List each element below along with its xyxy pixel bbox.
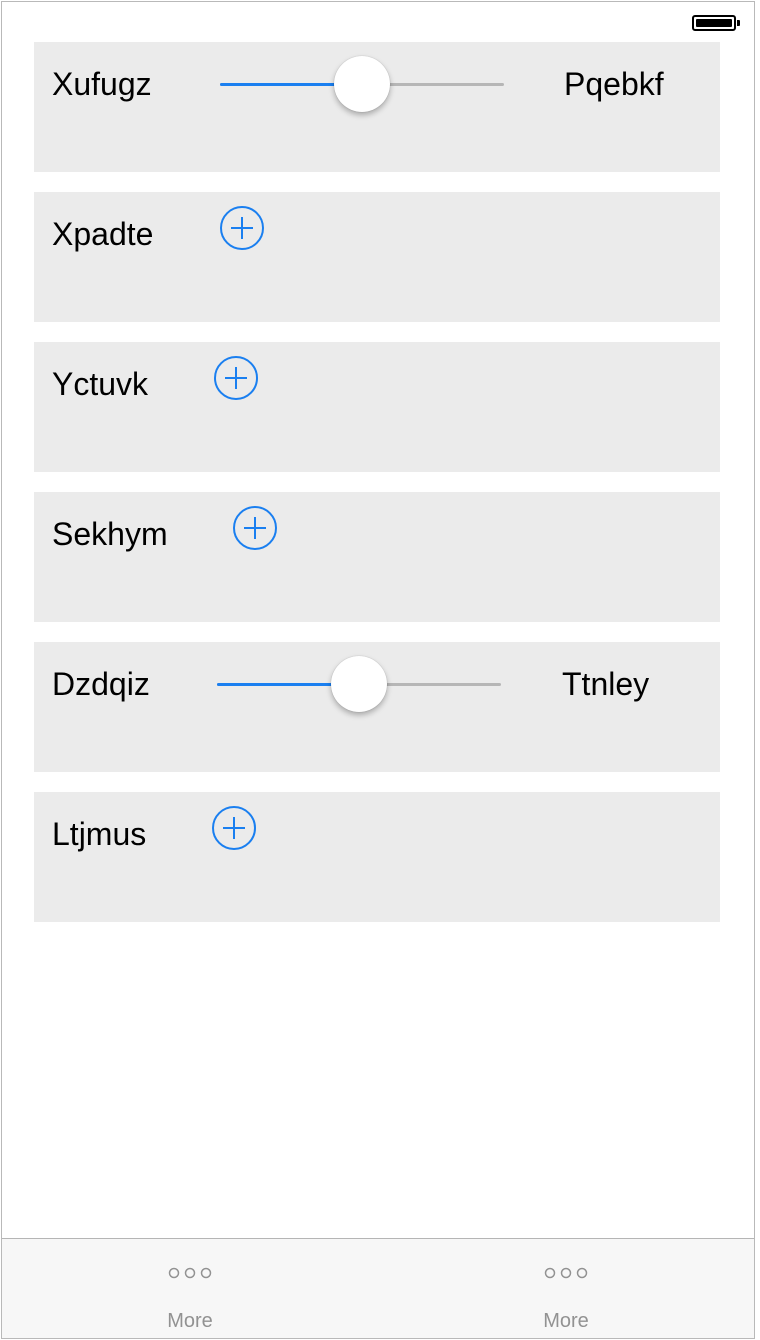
app-screen: Xufugz Pqebkf Xpadte Yctuvk Sekhym Dzdqi… [1, 1, 755, 1339]
row-label: Dzdqiz [52, 666, 150, 702]
slider-row-xufugz: Xufugz Pqebkf [34, 42, 720, 172]
row-label: Ltjmus [52, 816, 147, 852]
tab-more-2[interactable]: More [378, 1239, 754, 1338]
tab-label: More [167, 1310, 213, 1332]
tab-bar: More More [2, 1238, 754, 1338]
tab-more-1[interactable]: More [2, 1239, 378, 1338]
add-button[interactable] [233, 506, 277, 550]
row-right-label: Ttnley [562, 666, 650, 702]
row-right-label: Pqebkf [564, 66, 664, 102]
battery-icon [692, 15, 736, 31]
battery-tip [737, 20, 740, 26]
tab-label: More [543, 1310, 589, 1332]
more-dots-icon [168, 1267, 212, 1279]
add-row-yctuvk: Yctuvk [34, 342, 720, 472]
slider-thumb[interactable] [334, 56, 390, 112]
add-circle-icon [214, 356, 258, 400]
slider-row-dzdqiz: Dzdqiz Ttnley [34, 642, 720, 772]
row-label: Xufugz [52, 66, 152, 102]
add-circle-icon [212, 806, 256, 850]
add-row-ltjmus: Ltjmus [34, 792, 720, 922]
add-row-xpadte: Xpadte [34, 192, 720, 322]
row-label: Xpadte [52, 216, 154, 252]
value-slider[interactable] [220, 56, 504, 112]
add-row-sekhym: Sekhym [34, 492, 720, 622]
add-circle-icon [220, 206, 264, 250]
more-dots-icon [544, 1267, 588, 1279]
status-bar [2, 2, 754, 42]
add-button[interactable] [212, 806, 256, 850]
add-button[interactable] [214, 356, 258, 400]
value-slider[interactable] [217, 656, 501, 712]
add-button[interactable] [220, 206, 264, 250]
battery-level [696, 19, 732, 27]
add-circle-icon [233, 506, 277, 550]
row-label: Sekhym [52, 516, 168, 552]
slider-thumb[interactable] [331, 656, 387, 712]
row-label: Yctuvk [52, 366, 149, 402]
